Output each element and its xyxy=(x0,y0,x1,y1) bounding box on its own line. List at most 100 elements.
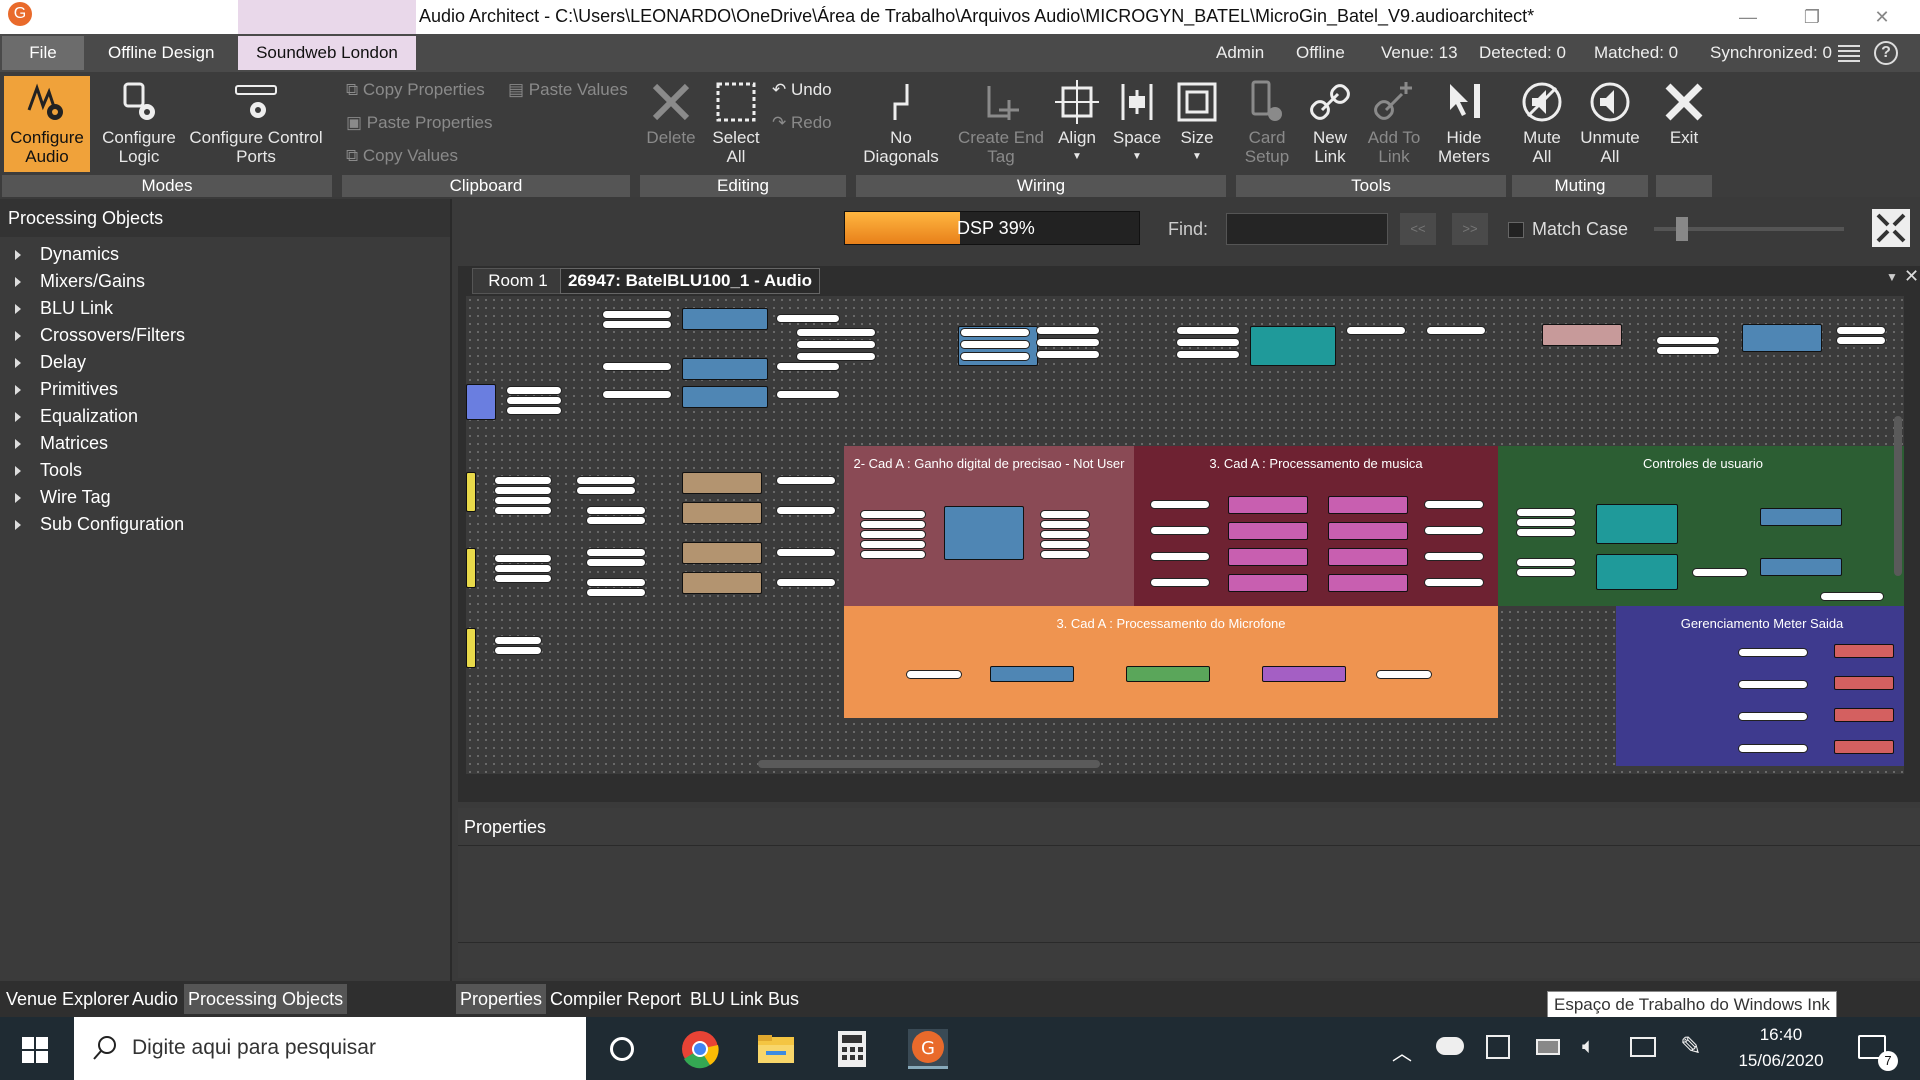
configure-audio-button[interactable]: Configure Audio xyxy=(4,76,90,172)
wire-tag[interactable] xyxy=(602,390,672,399)
maximize-button[interactable]: ❐ xyxy=(1786,3,1838,31)
list-icon[interactable] xyxy=(1838,43,1860,63)
wire-tag[interactable] xyxy=(1376,670,1432,679)
processing-block[interactable] xyxy=(1328,574,1408,592)
tree-item[interactable]: BLU Link xyxy=(0,295,450,322)
volume-icon[interactable]: 🔈︎ xyxy=(1582,1033,1595,1059)
wire-tag[interactable] xyxy=(776,548,836,557)
wire-tag[interactable] xyxy=(1692,568,1748,577)
add-to-link-button[interactable]: Add To Link xyxy=(1362,80,1426,166)
wire-tag[interactable] xyxy=(1738,680,1808,689)
wire-tag[interactable] xyxy=(494,636,542,645)
input-card[interactable] xyxy=(466,472,476,512)
input-card[interactable] xyxy=(466,548,476,588)
close-tab-icon[interactable]: ✕ xyxy=(1904,266,1919,287)
tree-item[interactable]: Dynamics xyxy=(0,241,450,268)
tree-item[interactable]: Sub Configuration xyxy=(0,511,450,538)
find-previous-button[interactable]: << xyxy=(1400,213,1436,245)
wire-tag[interactable] xyxy=(1516,508,1576,517)
wire-tag[interactable] xyxy=(1820,592,1884,601)
wire-tag[interactable] xyxy=(860,510,926,519)
tree-item[interactable]: Equalization xyxy=(0,403,450,430)
wire-tag[interactable] xyxy=(1040,550,1090,559)
onedrive-icon[interactable] xyxy=(1436,1037,1464,1055)
wire-tag[interactable] xyxy=(1040,520,1090,529)
wire-tag[interactable] xyxy=(576,476,636,485)
vertical-scrollbar[interactable] xyxy=(1894,416,1902,576)
copy-properties-button[interactable]: ⧉ Copy Properties xyxy=(346,80,485,100)
wire-tag[interactable] xyxy=(1656,336,1720,345)
menu-soundweb-london[interactable]: Soundweb London xyxy=(238,36,416,70)
find-next-button[interactable]: >> xyxy=(1452,213,1488,245)
expand-arrow-icon[interactable] xyxy=(15,250,21,260)
no-diagonals-button[interactable]: No Diagonals xyxy=(858,80,944,166)
processing-block[interactable] xyxy=(1834,740,1894,754)
wire-tag[interactable] xyxy=(1176,326,1240,335)
wire-tag[interactable] xyxy=(1424,578,1484,587)
task-view-icon[interactable] xyxy=(610,1037,634,1061)
taskbar-search-box[interactable]: Digite aqui para pesquisar xyxy=(74,1017,586,1080)
chevron-up-icon[interactable]: ︿ xyxy=(1392,1037,1412,1066)
screen-capture-icon[interactable] xyxy=(1486,1035,1510,1059)
menu-file[interactable]: File xyxy=(2,36,84,70)
wire-tag[interactable] xyxy=(776,476,836,485)
wire-tag[interactable] xyxy=(776,390,840,399)
expand-arrow-icon[interactable] xyxy=(15,466,21,476)
wire-tag[interactable] xyxy=(1516,518,1576,527)
wire-tag[interactable] xyxy=(1040,530,1090,539)
processing-block[interactable] xyxy=(1760,508,1842,526)
wire-tag[interactable] xyxy=(1346,326,1406,335)
wire-tag[interactable] xyxy=(602,362,672,371)
audio-architect-taskbar-icon[interactable]: G xyxy=(908,1029,948,1069)
wire-tag[interactable] xyxy=(602,310,672,319)
tab-audio[interactable]: Audio xyxy=(128,984,182,1014)
delete-button[interactable]: Delete xyxy=(642,80,700,147)
wire-tag[interactable] xyxy=(776,314,840,323)
wire-tag[interactable] xyxy=(1656,346,1720,355)
wire-tag[interactable] xyxy=(1040,510,1090,519)
wire-tag[interactable] xyxy=(1738,712,1808,721)
chrome-icon[interactable] xyxy=(680,1029,720,1069)
wire-tag[interactable] xyxy=(602,320,672,329)
tab-processing-objects[interactable]: Processing Objects xyxy=(184,984,348,1014)
zone-mic[interactable]: 3. Cad A : Processamento do Microfone xyxy=(844,606,1498,718)
clock-time[interactable]: 16:40 xyxy=(1726,1025,1836,1045)
processing-block[interactable] xyxy=(1596,554,1678,590)
wire-tag[interactable] xyxy=(1040,540,1090,549)
paste-properties-button[interactable]: ▣ Paste Properties xyxy=(346,113,492,133)
expand-arrow-icon[interactable] xyxy=(15,358,21,368)
card-setup-button[interactable]: Card Setup xyxy=(1238,80,1296,166)
processing-block[interactable] xyxy=(1126,666,1210,682)
processing-block[interactable] xyxy=(1834,676,1894,690)
wire-tag[interactable] xyxy=(494,476,552,485)
tree-item[interactable]: Delay xyxy=(0,349,450,376)
new-link-button[interactable]: New Link xyxy=(1300,80,1360,166)
tab-compiler-report[interactable]: Compiler Report xyxy=(546,984,685,1014)
wire-tag[interactable] xyxy=(1036,338,1100,347)
battery-icon[interactable] xyxy=(1536,1039,1560,1055)
minimize-button[interactable]: — xyxy=(1722,3,1774,31)
tab-blu-link-bus[interactable]: BLU Link Bus xyxy=(686,984,803,1014)
wire-tag[interactable] xyxy=(576,486,636,495)
wire-tag[interactable] xyxy=(1836,336,1886,345)
processing-block[interactable] xyxy=(944,506,1024,560)
wire-tag[interactable] xyxy=(1150,578,1210,587)
processing-block[interactable] xyxy=(682,502,762,524)
processing-block[interactable] xyxy=(682,472,762,494)
processing-block[interactable] xyxy=(1328,496,1408,514)
wire-tag[interactable] xyxy=(796,328,876,337)
match-case-checkbox[interactable] xyxy=(1508,222,1524,238)
processing-block[interactable] xyxy=(1834,708,1894,722)
wire-tag[interactable] xyxy=(906,670,962,679)
processing-block[interactable] xyxy=(1742,324,1822,352)
wire-tag[interactable] xyxy=(494,574,552,583)
wire-tag[interactable] xyxy=(776,578,836,587)
audio-canvas[interactable]: 2- Cad A : Ganho digital de precisao - N… xyxy=(466,296,1904,774)
processing-block[interactable] xyxy=(1250,326,1336,366)
wire-tag[interactable] xyxy=(506,396,562,405)
zoom-slider-thumb[interactable] xyxy=(1676,217,1688,241)
tab-room[interactable]: Room 1 xyxy=(472,268,564,294)
tab-dropdown-icon[interactable]: ▼ xyxy=(1886,270,1898,284)
wire-tag[interactable] xyxy=(494,646,542,655)
tree-item[interactable]: Mixers/Gains xyxy=(0,268,450,295)
